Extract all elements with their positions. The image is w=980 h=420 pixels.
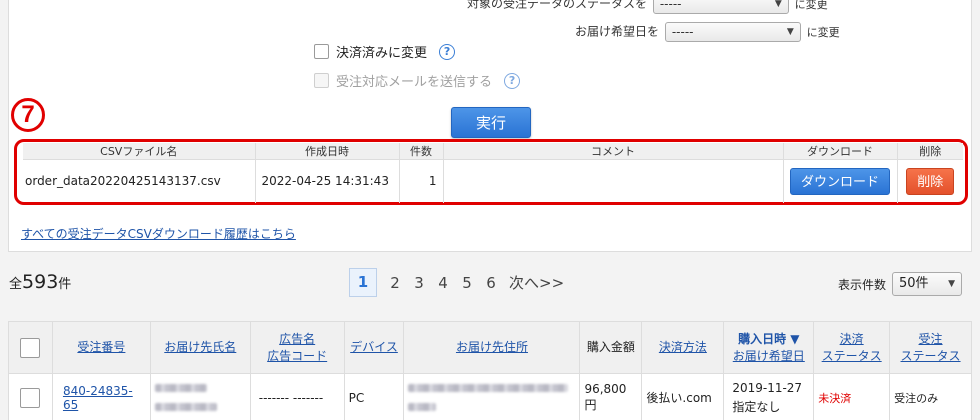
csv-created-at: 2022-04-25 14:31:43	[255, 159, 400, 203]
csv-file-table: CSVファイル名 作成日時 件数 コメント ダウンロード 削除 order_da…	[23, 143, 963, 203]
page-link-2[interactable]: 2	[383, 274, 407, 292]
csv-filename: order_data20220425143137.csv	[23, 159, 256, 203]
next-page-link[interactable]: 次へ>>	[509, 272, 564, 293]
send-mail-checkbox[interactable]	[314, 73, 329, 88]
delivery-date-suffix: に変更	[806, 26, 840, 39]
delivery-date: 指定なし	[732, 399, 781, 414]
status-suffix: に変更	[794, 0, 828, 11]
column-header: コメント	[443, 143, 784, 160]
orders-table: 受注番号 お届け先氏名 広告名広告コード デバイス お届け先住所 購入金額 決済…	[8, 321, 972, 420]
redacted-name	[154, 384, 207, 392]
download-button[interactable]: ダウンロード	[790, 167, 890, 195]
settled-label: 決済済みに変更	[336, 46, 428, 61]
row-checkbox[interactable]	[20, 387, 41, 408]
csv-export-panel: 対象の受注データのステータスを ----- ▼ に変更 お届け希望日を -----…	[8, 0, 972, 252]
header-ad: 広告名 広告コード	[249, 321, 345, 374]
sort-address-link[interactable]: お届け先住所	[456, 340, 528, 354]
device-cell: PC	[343, 373, 405, 420]
redacted-address	[408, 384, 569, 392]
per-page-label: 表示件数	[838, 277, 887, 292]
header-device: デバイス	[343, 321, 405, 374]
header-amount: 購入金額	[579, 321, 643, 374]
send-mail-label: 受注対応メールを送信する	[336, 75, 493, 90]
delete-cell: 削除	[897, 159, 963, 203]
chevron-down-icon: ▼	[948, 279, 956, 289]
column-header: ダウンロード	[783, 143, 898, 160]
column-header: 削除	[897, 143, 963, 160]
csv-history-link[interactable]: すべての受注データCSVダウンロード履歴はこちら	[21, 225, 296, 242]
date-cell: 2019-11-27 指定なし	[723, 373, 815, 420]
ad-cell: ------- -------	[249, 373, 345, 420]
order-status-cell: 受注のみ	[889, 373, 972, 420]
mail-option: 受注対応メールを送信する ?	[314, 71, 521, 90]
page-link-6[interactable]: 6	[479, 274, 503, 292]
header-order-status: 受注 ステータス	[889, 321, 972, 374]
select-all-cell	[8, 321, 53, 374]
per-page-select[interactable]: 50件 ▼	[892, 272, 963, 296]
column-header: 作成日時	[255, 143, 400, 160]
sort-order-no-link[interactable]: 受注番号	[77, 340, 125, 354]
pagination: 1 2 3 4 5 6 次へ>>	[349, 268, 564, 297]
help-icon[interactable]: ?	[504, 72, 521, 89]
sort-recipient-link[interactable]: お届け先氏名	[164, 340, 236, 354]
status-select[interactable]: ----- ▼	[652, 0, 789, 14]
row-select-cell	[8, 373, 53, 420]
table-row: 840-24835-65 ------- ------- PC 96,800円 …	[8, 373, 972, 420]
address-cell	[403, 373, 581, 420]
step-marker: 7	[11, 98, 45, 132]
sort-settle-status-link[interactable]: 決済 ステータス	[822, 332, 882, 363]
sort-ad-name-link[interactable]: 広告名	[279, 332, 315, 346]
redacted-address	[408, 403, 437, 411]
orders-header-row: 受注番号 お届け先氏名 広告名広告コード デバイス お届け先住所 購入金額 決済…	[8, 321, 972, 374]
page-link-3[interactable]: 3	[407, 274, 431, 292]
page-link-5[interactable]: 5	[455, 274, 479, 292]
csv-table-header: CSVファイル名 作成日時 件数 コメント ダウンロード 削除	[23, 143, 963, 160]
delivery-date-change-row: お届け希望日を ----- ▼ に変更	[575, 22, 840, 42]
purchase-date: 2019-11-27	[732, 380, 803, 395]
order-no-cell: 840-24835-65	[51, 373, 151, 420]
download-cell: ダウンロード	[783, 159, 898, 203]
settle-status-cell: 未決済	[813, 373, 891, 420]
help-icon[interactable]: ?	[439, 43, 456, 60]
select-all-checkbox[interactable]	[20, 337, 41, 358]
delete-button[interactable]: 削除	[906, 167, 955, 195]
sort-payment-link[interactable]: 決済方法	[659, 340, 707, 354]
table-row: order_data20220425143137.csv 2022-04-25 …	[23, 159, 963, 203]
status-change-label: 対象の受注データのステータスを	[467, 0, 648, 11]
header-settle-status: 決済 ステータス	[813, 321, 891, 374]
column-header: CSVファイル名	[23, 143, 256, 160]
header-order-no: 受注番号	[51, 321, 151, 374]
total-count-number: 593	[22, 271, 59, 293]
total-count: 全593件	[9, 271, 72, 293]
payment-cell: 後払い.com	[641, 373, 725, 420]
header-payment: 決済方法	[641, 321, 725, 374]
csv-comment	[443, 159, 784, 203]
page-link-4[interactable]: 4	[431, 274, 455, 292]
page-link-1[interactable]: 1	[349, 268, 377, 297]
settled-option: 決済済みに変更 ?	[314, 42, 456, 61]
chevron-down-icon: ▼	[774, 0, 782, 9]
amount-cell: 96,800円	[579, 373, 643, 420]
sort-device-link[interactable]: デバイス	[350, 340, 398, 354]
sort-purchased-link[interactable]: 購入日時 ▼	[738, 332, 799, 346]
header-recipient: お届け先氏名	[149, 321, 251, 374]
sort-order-status-link[interactable]: 受注 ステータス	[901, 332, 961, 363]
sort-delivery-date-link[interactable]: お届け希望日	[733, 349, 805, 363]
chevron-down-icon: ▼	[786, 27, 794, 37]
status-change-row: 対象の受注データのステータスを ----- ▼ に変更	[467, 0, 828, 14]
delivery-date-label: お届け希望日を	[575, 24, 660, 39]
redacted-name	[154, 403, 217, 411]
order-no-link[interactable]: 840-24835-65	[63, 384, 133, 412]
csv-count: 1	[399, 159, 444, 203]
column-header: 件数	[399, 143, 444, 160]
sort-ad-code-link[interactable]: 広告コード	[267, 349, 327, 363]
recipient-cell	[149, 373, 251, 420]
header-purchased: 購入日時 ▼ お届け希望日	[723, 321, 815, 374]
execute-button[interactable]: 実行	[451, 107, 531, 138]
settled-checkbox[interactable]	[314, 44, 329, 59]
per-page-control: 表示件数 50件 ▼	[838, 272, 964, 296]
delivery-date-select[interactable]: ----- ▼	[664, 22, 801, 42]
header-address: お届け先住所	[403, 321, 581, 374]
